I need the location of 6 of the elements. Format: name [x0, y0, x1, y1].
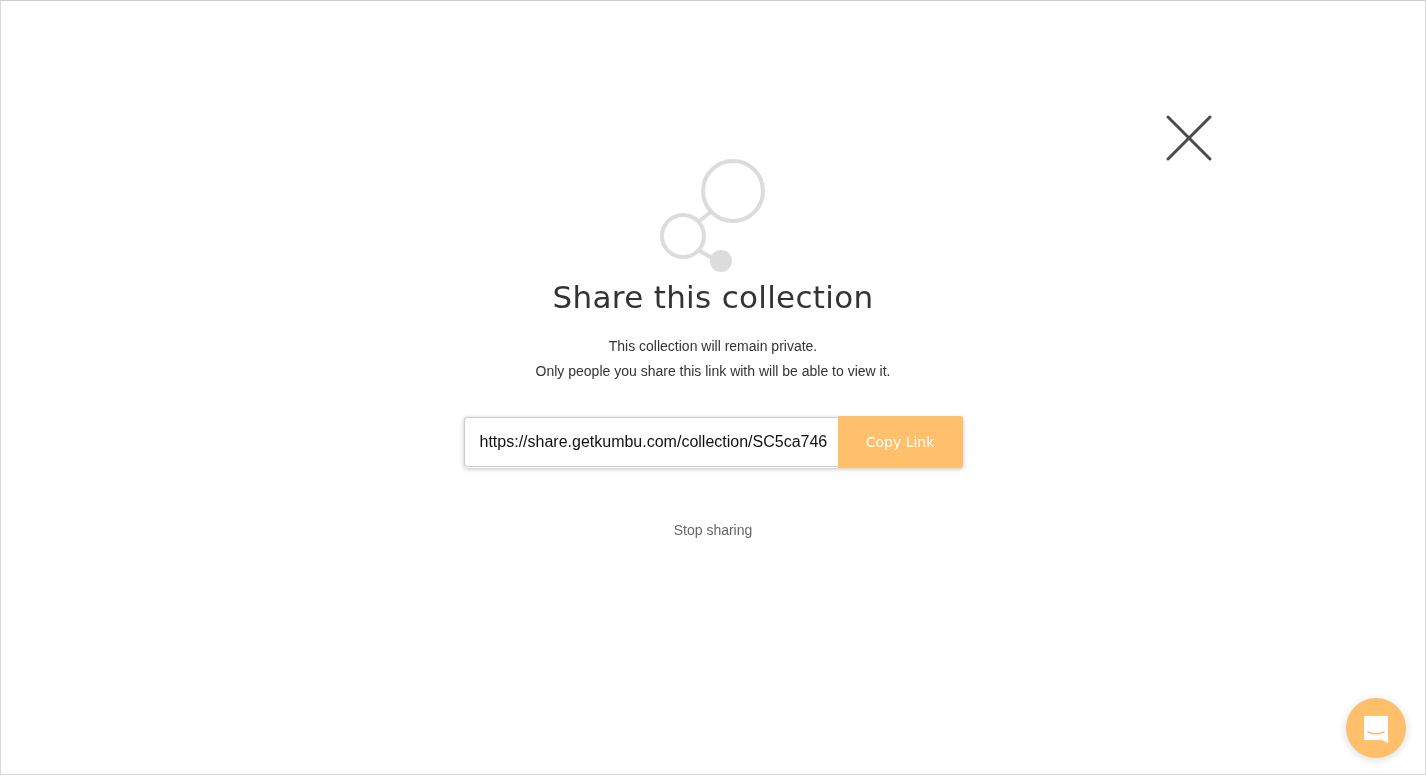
share-icon: [658, 159, 768, 273]
description-text: Only people you share this link with will be able to view it.: [535, 362, 891, 382]
stop-sharing-link[interactable]: Stop sharing: [673, 520, 753, 542]
link-field[interactable]: https://share.getkumbu.com/collection/SC5ca746: [463, 417, 838, 468]
description-text: This collection will remain private.: [607, 337, 819, 357]
dialog-title: Share this collection: [552, 279, 874, 317]
